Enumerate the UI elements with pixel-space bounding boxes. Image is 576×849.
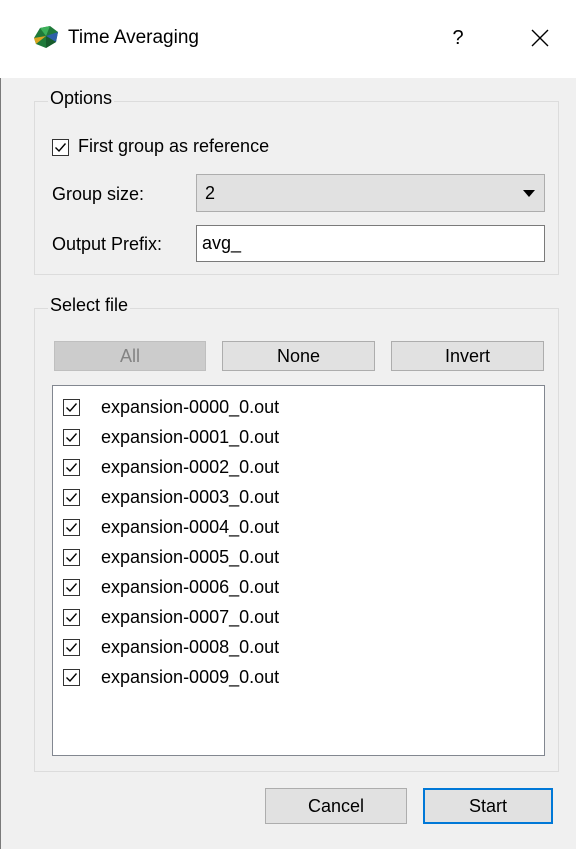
checkbox-icon — [63, 519, 80, 536]
group-size-select[interactable]: 2 — [196, 174, 545, 212]
window-title: Time Averaging — [68, 27, 199, 48]
list-item[interactable]: expansion-0007_0.out — [63, 605, 533, 631]
checkmark-icon — [55, 143, 67, 153]
select-none-button[interactable]: None — [222, 341, 375, 371]
list-item[interactable]: expansion-0001_0.out — [63, 425, 533, 451]
file-name: expansion-0007_0.out — [101, 607, 280, 627]
chevron-down-icon — [523, 190, 535, 197]
first-group-reference-label: First group as reference — [78, 136, 270, 156]
checkmark-icon — [66, 643, 78, 653]
checkmark-icon — [66, 553, 78, 563]
title-bar: Time Averaging ? — [0, 0, 576, 78]
close-button[interactable] — [518, 18, 562, 58]
options-group-title: Options — [48, 88, 115, 109]
checkbox-icon — [63, 639, 80, 656]
checkbox-icon — [63, 399, 80, 416]
invert-selection-button[interactable]: Invert — [391, 341, 544, 371]
app-logo-icon — [34, 26, 58, 48]
first-group-reference-checkbox[interactable]: First group as reference — [52, 136, 332, 160]
output-prefix-label: Output Prefix: — [52, 234, 163, 254]
checkmark-icon — [66, 523, 78, 533]
checkbox-icon — [63, 579, 80, 596]
checkbox-icon — [63, 459, 80, 476]
checkmark-icon — [66, 613, 78, 623]
window-border — [0, 78, 1, 849]
group-size-value: 2 — [205, 183, 216, 203]
list-item[interactable]: expansion-0004_0.out — [63, 515, 533, 541]
file-list[interactable]: expansion-0000_0.out expansion-0001_0.ou… — [52, 385, 545, 756]
file-name: expansion-0004_0.out — [101, 517, 280, 537]
list-item[interactable]: expansion-0003_0.out — [63, 485, 533, 511]
checkmark-icon — [66, 403, 78, 413]
checkbox-icon — [63, 429, 80, 446]
file-name: expansion-0008_0.out — [101, 637, 280, 657]
checkmark-icon — [66, 673, 78, 683]
file-name: expansion-0001_0.out — [101, 427, 280, 447]
list-item[interactable]: expansion-0006_0.out — [63, 575, 533, 601]
file-name: expansion-0005_0.out — [101, 547, 280, 567]
help-button[interactable]: ? — [438, 18, 478, 58]
start-button[interactable]: Start — [423, 788, 553, 824]
list-item[interactable]: expansion-0008_0.out — [63, 635, 533, 661]
checkmark-icon — [66, 493, 78, 503]
list-item[interactable]: expansion-0005_0.out — [63, 545, 533, 571]
file-name: expansion-0009_0.out — [101, 667, 280, 687]
file-name: expansion-0006_0.out — [101, 577, 280, 597]
select-all-button[interactable]: All — [54, 341, 206, 371]
group-size-label: Group size: — [52, 184, 145, 204]
checkmark-icon — [66, 433, 78, 443]
checkbox-icon — [63, 669, 80, 686]
select-file-group-title: Select file — [48, 295, 131, 316]
close-icon — [531, 29, 549, 47]
list-item[interactable]: expansion-0002_0.out — [63, 455, 533, 481]
checkmark-icon — [66, 583, 78, 593]
file-name: expansion-0000_0.out — [101, 397, 280, 417]
checkbox-icon — [63, 549, 80, 566]
list-item[interactable]: expansion-0009_0.out — [63, 665, 533, 691]
output-prefix-input[interactable] — [196, 225, 545, 262]
checkbox-icon — [63, 489, 80, 506]
cancel-button[interactable]: Cancel — [265, 788, 407, 824]
file-name: expansion-0002_0.out — [101, 457, 280, 477]
checkmark-icon — [66, 463, 78, 473]
file-name: expansion-0003_0.out — [101, 487, 280, 507]
checkbox-icon — [52, 139, 69, 156]
checkbox-icon — [63, 609, 80, 626]
list-item[interactable]: expansion-0000_0.out — [63, 395, 533, 421]
